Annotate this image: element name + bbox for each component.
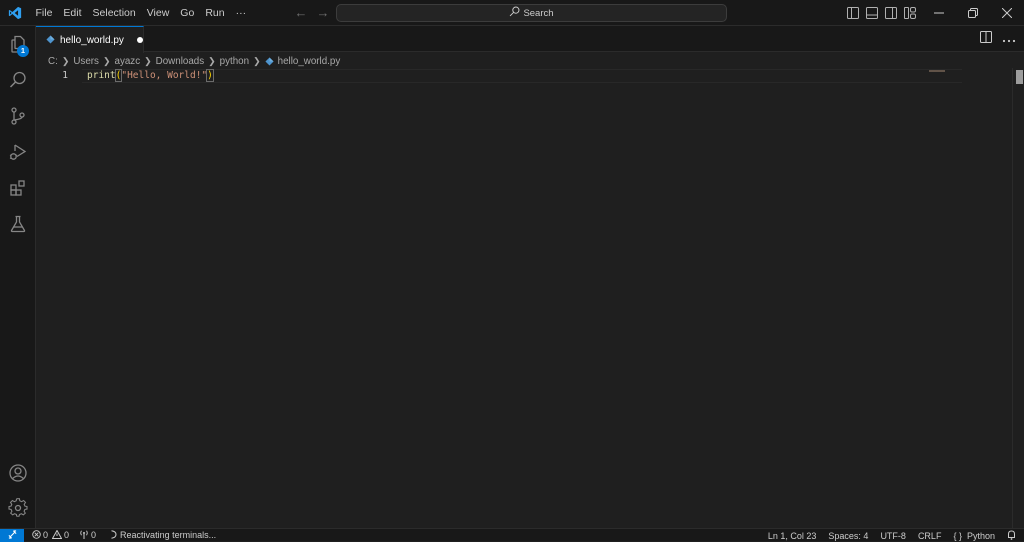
activity-text: Reactivating terminals... bbox=[120, 530, 217, 540]
menu-bar: File Edit Selection View Go Run ··· bbox=[30, 2, 252, 24]
unsaved-indicator-icon[interactable] bbox=[136, 37, 143, 43]
ports-count: 0 bbox=[91, 530, 97, 540]
token-function: print bbox=[87, 70, 116, 81]
chevron-right-icon: ❯ bbox=[208, 55, 216, 66]
chevron-right-icon: ❯ bbox=[102, 55, 111, 66]
braces-icon: { } bbox=[953, 530, 962, 541]
python-file-icon bbox=[46, 31, 55, 49]
testing-flask-icon bbox=[8, 214, 28, 239]
extensions-button[interactable] bbox=[0, 172, 36, 208]
token-bracket: ) bbox=[206, 69, 214, 82]
encoding[interactable]: UTF-8 bbox=[880, 529, 906, 542]
run-debug-icon bbox=[8, 142, 28, 167]
testing-button[interactable] bbox=[0, 208, 36, 244]
line-number: 1 bbox=[62, 70, 68, 81]
ports-indicator[interactable]: 0 bbox=[79, 529, 96, 542]
scrollbar-track bbox=[1012, 68, 1013, 528]
notifications-button[interactable] bbox=[1007, 529, 1016, 542]
menu-edit[interactable]: Edit bbox=[58, 2, 87, 24]
tab-bar: hello_world.py bbox=[36, 26, 1024, 53]
token-string: "Hello, World!" bbox=[121, 70, 208, 81]
breadcrumb-item[interactable]: ayazc bbox=[115, 56, 141, 67]
menu-more[interactable]: ··· bbox=[230, 2, 252, 24]
breadcrumb-item[interactable]: C: bbox=[48, 56, 58, 67]
warning-icon bbox=[51, 528, 63, 541]
chevron-right-icon: ❯ bbox=[144, 55, 152, 66]
chevron-right-icon: ❯ bbox=[61, 55, 70, 66]
cursor-position[interactable]: Ln 1, Col 23 bbox=[768, 529, 817, 542]
vscode-logo-icon bbox=[2, 0, 28, 26]
current-line-highlight bbox=[82, 69, 962, 83]
breadcrumb-item[interactable]: hello_world.py bbox=[278, 56, 341, 67]
search-icon bbox=[8, 70, 28, 95]
error-icon bbox=[32, 529, 41, 541]
run-debug-button[interactable] bbox=[0, 136, 36, 172]
breadcrumb-item[interactable]: Users bbox=[73, 56, 99, 67]
forward-arrow-icon[interactable]: → bbox=[314, 4, 332, 22]
menu-go[interactable]: Go bbox=[175, 2, 200, 24]
tab-hello-world[interactable]: hello_world.py bbox=[36, 26, 144, 53]
problems-indicator[interactable]: 0 0 bbox=[32, 528, 70, 542]
menu-selection[interactable]: Selection bbox=[87, 2, 141, 24]
loading-spinner-icon bbox=[110, 529, 118, 541]
bell-icon bbox=[1007, 529, 1016, 542]
code-line[interactable]: print("Hello, World!") bbox=[87, 69, 214, 83]
chevron-right-icon: ❯ bbox=[253, 55, 261, 66]
explorer-button[interactable]: 1 bbox=[0, 28, 36, 64]
customize-layout-icon[interactable] bbox=[902, 5, 918, 21]
source-control-button[interactable] bbox=[0, 100, 36, 136]
menu-run[interactable]: Run bbox=[200, 2, 230, 24]
end-of-line[interactable]: CRLF bbox=[918, 529, 942, 542]
command-center-search[interactable]: Search bbox=[336, 4, 727, 22]
menu-view[interactable]: View bbox=[141, 2, 175, 24]
status-bar: 0 0 0 Reactivating terminals... Ln 1, Co… bbox=[0, 528, 1024, 542]
minimize-icon[interactable] bbox=[922, 0, 956, 26]
search-icon bbox=[509, 6, 520, 20]
manage-button[interactable] bbox=[0, 492, 36, 528]
title-bar: File Edit Selection View Go Run ··· ← → … bbox=[0, 0, 1024, 26]
toggle-secondary-sidebar-icon[interactable] bbox=[883, 5, 899, 21]
restore-icon[interactable] bbox=[956, 0, 990, 26]
toggle-primary-sidebar-icon[interactable] bbox=[845, 5, 861, 21]
python-file-icon bbox=[265, 56, 274, 66]
activity-bar: 1 bbox=[0, 26, 36, 528]
extensions-icon bbox=[8, 178, 28, 203]
breadcrumb: C: ❯ Users ❯ ayazc ❯ Downloads ❯ python … bbox=[48, 53, 340, 69]
remote-indicator[interactable] bbox=[0, 528, 24, 542]
search-view-button[interactable] bbox=[0, 64, 36, 100]
accounts-button[interactable] bbox=[0, 457, 36, 493]
broadcast-icon bbox=[79, 530, 89, 541]
minimap[interactable] bbox=[929, 70, 945, 72]
explorer-badge: 1 bbox=[17, 45, 29, 57]
scrollbar-thumb[interactable] bbox=[1016, 70, 1023, 84]
more-actions-icon[interactable] bbox=[1002, 30, 1016, 48]
source-control-icon bbox=[8, 106, 28, 131]
language-label: Python bbox=[966, 530, 995, 541]
indentation[interactable]: Spaces: 4 bbox=[828, 529, 868, 542]
breadcrumb-item[interactable]: python bbox=[220, 56, 249, 67]
account-icon bbox=[8, 463, 28, 488]
search-label: Search bbox=[523, 7, 554, 19]
gear-icon bbox=[8, 497, 28, 523]
toggle-panel-icon[interactable] bbox=[864, 5, 880, 21]
warning-count: 0 bbox=[64, 530, 70, 540]
language-mode[interactable]: { } Python bbox=[953, 529, 995, 542]
menu-file[interactable]: File bbox=[30, 2, 58, 24]
error-count: 0 bbox=[43, 530, 49, 540]
breadcrumb-item[interactable]: Downloads bbox=[156, 56, 204, 67]
split-editor-icon[interactable] bbox=[980, 30, 992, 48]
activity-indicator: Reactivating terminals... bbox=[110, 529, 216, 542]
tab-label: hello_world.py bbox=[60, 34, 124, 46]
code-editor[interactable]: 1 print("Hello, World!") bbox=[36, 68, 1024, 528]
back-arrow-icon[interactable]: ← bbox=[292, 4, 310, 22]
close-window-icon[interactable] bbox=[990, 0, 1024, 26]
remote-icon bbox=[8, 529, 17, 541]
